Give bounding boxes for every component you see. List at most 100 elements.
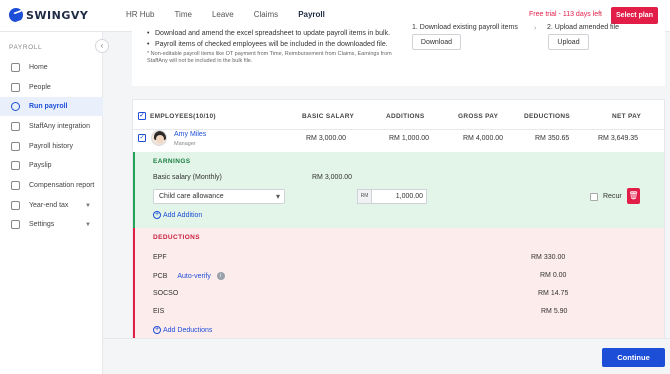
payroll-table: EMPLOYEES(10/10) BASIC SALARY ADDITIONS …	[132, 99, 665, 371]
step-upload-label: 2. Upload amended file	[547, 24, 619, 31]
run-payroll-icon	[11, 102, 20, 111]
socso-value: RM 14.75	[538, 290, 569, 297]
nav-claims[interactable]: Claims	[254, 10, 278, 19]
sidebar-item-label: Payroll history	[29, 143, 73, 150]
sidebar-item-payroll-history[interactable]: Payroll history	[0, 137, 103, 156]
instruction-item: Download and amend the excel spreadsheet…	[147, 28, 390, 39]
logo-icon	[9, 8, 23, 22]
sidebar-item-payslip[interactable]: Payslip	[0, 156, 103, 175]
instruction-item: Payroll items of checked employees will …	[147, 39, 390, 50]
socso-label: SOCSO	[153, 290, 179, 297]
basic-salary-value: RM 3,000.00	[306, 135, 347, 142]
col-basic-salary: BASIC SALARY	[302, 113, 355, 120]
trial-status: Free trial - 113 days left	[528, 11, 602, 18]
sidebar-item-label: Home	[29, 64, 48, 71]
sidebar: PAYROLL ‹ Home People Run payroll StaffA…	[0, 32, 109, 374]
select-all-checkbox[interactable]	[138, 112, 146, 120]
payslip-icon	[11, 161, 20, 170]
col-net-pay: NET PAY	[612, 113, 642, 120]
add-addition-link[interactable]: + Add Addition	[153, 211, 202, 219]
epf-value: RM 330.00	[531, 254, 566, 261]
net-pay-value: RM 3,649.35	[598, 135, 639, 142]
auto-verify-link[interactable]: Auto-verify	[177, 273, 210, 280]
sidebar-item-staffany-integration[interactable]: StaffAny integration	[0, 117, 103, 136]
addition-amount-input[interactable]: 1,000.00	[371, 189, 427, 204]
sidebar-item-label: StaffAny integration	[29, 123, 90, 130]
deductions-section: DEDUCTIONS EPF RM 330.00 PCB Auto-verify…	[133, 228, 664, 338]
addition-type-select[interactable]: Child care allowance	[153, 189, 285, 204]
recur-checkbox[interactable]	[590, 193, 598, 201]
deductions-title: DEDUCTIONS	[153, 234, 200, 241]
step-arrow-icon: ›	[534, 25, 537, 32]
history-icon	[11, 142, 20, 151]
employee-name[interactable]: Amy Miles	[174, 131, 206, 138]
nav-payroll[interactable]: Payroll	[298, 10, 325, 19]
sidebar-title: PAYROLL	[9, 44, 43, 51]
eis-value: RM 5.90	[541, 308, 568, 315]
continue-button[interactable]: Continue	[602, 348, 665, 367]
add-deductions-label: Add Deductions	[163, 326, 213, 334]
info-icon[interactable]: i	[216, 272, 225, 280]
sidebar-item-label: Compensation report	[29, 182, 95, 189]
upload-button[interactable]: Upload	[548, 34, 589, 50]
main-content: Download and amend the excel spreadsheet…	[103, 24, 670, 374]
trash-icon: 🗑	[628, 191, 639, 200]
recur-label: Recur	[603, 193, 622, 200]
gross-pay-value: RM 4,000.00	[463, 135, 504, 142]
sidebar-item-label: Settings	[29, 221, 55, 228]
table-header: EMPLOYEES(10/10) BASIC SALARY ADDITIONS …	[133, 100, 664, 130]
sidebar-item-label: People	[29, 84, 51, 91]
people-icon	[11, 83, 20, 92]
additions-value: RM 1,000.00	[389, 135, 430, 142]
basic-salary-amount: RM 3,000.00	[312, 174, 353, 181]
report-icon	[11, 181, 20, 190]
earnings-title: EARNINGS	[153, 158, 191, 165]
plus-circle-icon: +	[153, 326, 161, 334]
bulk-upload-card: Download and amend the excel spreadsheet…	[132, 24, 665, 86]
nav-time[interactable]: Time	[174, 10, 191, 19]
step-download-label: 1. Download existing payroll items	[412, 24, 518, 31]
pcb-label: PCB Auto-verify i	[153, 272, 225, 280]
deductions-value: RM 350.65	[535, 135, 570, 142]
sidebar-item-home[interactable]: Home	[0, 58, 103, 77]
sidebar-item-label: Year-end tax	[29, 202, 69, 209]
download-button[interactable]: Download	[412, 34, 461, 50]
sidebar-item-people[interactable]: People	[0, 78, 103, 97]
sidebar-item-compensation-report[interactable]: Compensation report	[0, 176, 103, 195]
nav-leave[interactable]: Leave	[212, 10, 234, 19]
nav-hr-hub[interactable]: HR Hub	[126, 10, 154, 19]
addition-type-value: Child care allowance	[159, 193, 224, 200]
home-icon	[11, 63, 20, 72]
bulk-note: * Non-editable payroll items like OT pay…	[147, 51, 392, 64]
sidebar-item-settings[interactable]: Settings ▼	[0, 215, 103, 234]
swingvy-logo[interactable]: SWINGVY	[9, 8, 88, 22]
select-plan-button[interactable]: Select plan	[611, 7, 658, 24]
avatar	[151, 130, 167, 146]
col-deductions: DEDUCTIONS	[524, 113, 570, 120]
chevron-down-icon: ▼	[85, 221, 91, 228]
footer-bar: Continue	[103, 338, 670, 374]
sidebar-item-label: Run payroll	[29, 103, 68, 110]
currency-prefix: RM	[357, 189, 371, 204]
row-checkbox[interactable]	[138, 134, 146, 142]
chevron-down-icon: ▼	[85, 202, 91, 209]
plus-circle-icon: +	[153, 211, 161, 219]
basic-salary-label: Basic salary (Monthly)	[153, 174, 222, 181]
col-employees: EMPLOYEES(10/10)	[150, 113, 216, 120]
sidebar-item-run-payroll[interactable]: Run payroll	[0, 97, 103, 116]
add-addition-label: Add Addition	[163, 211, 203, 219]
logo-text: SWINGVY	[26, 8, 89, 22]
sidebar-item-label: Payslip	[29, 162, 52, 169]
employee-role: Manager	[174, 141, 196, 147]
pcb-label-text: PCB	[153, 272, 168, 280]
eis-label: EIS	[153, 308, 165, 315]
col-gross-pay: GROSS PAY	[458, 113, 499, 120]
epf-label: EPF	[153, 254, 167, 261]
delete-addition-button[interactable]: 🗑	[627, 188, 640, 204]
settings-icon	[11, 220, 20, 229]
sidebar-item-year-end-tax[interactable]: Year-end tax ▼	[0, 196, 103, 215]
top-nav: HR Hub Time Leave Claims Payroll	[126, 10, 345, 19]
col-additions: ADDITIONS	[386, 113, 425, 120]
pcb-value: RM 0.00	[540, 272, 567, 279]
add-deductions-link[interactable]: + Add Deductions	[153, 326, 212, 334]
